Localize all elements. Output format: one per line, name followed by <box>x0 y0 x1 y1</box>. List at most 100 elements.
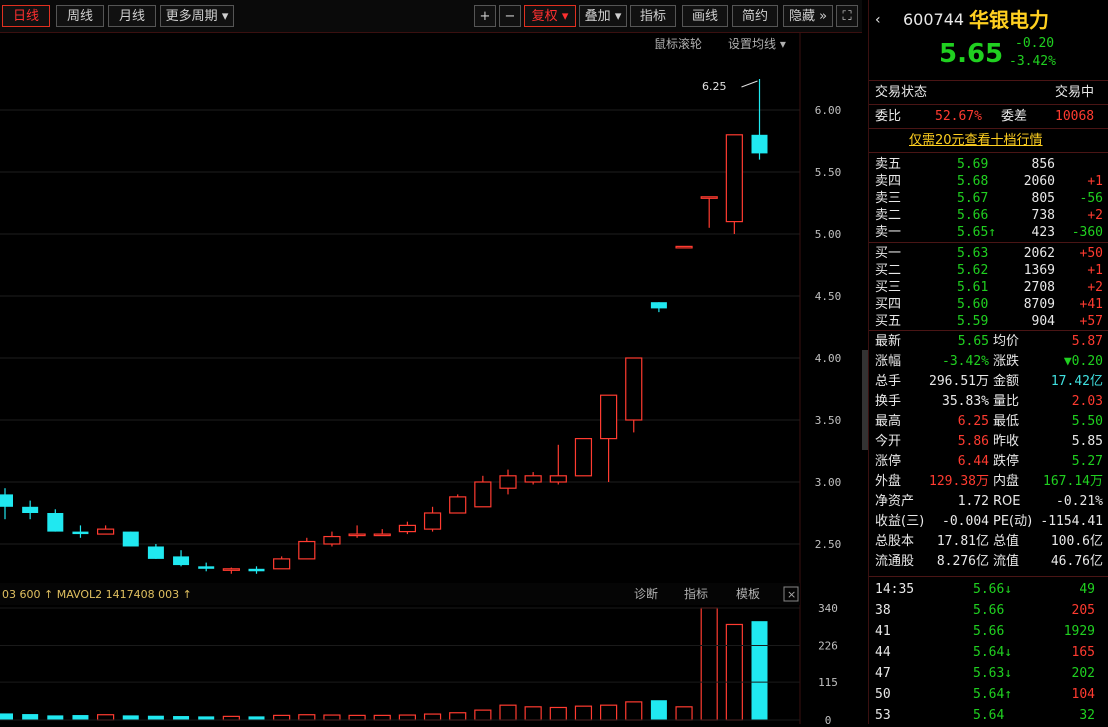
stat-value: 167.14万 <box>1043 474 1103 489</box>
scroll-left-icon[interactable]: ‹ <box>875 8 881 32</box>
price-tick-label: 3.00 <box>815 476 842 489</box>
stat-label: 总股本 <box>875 534 915 549</box>
fullscreen-icon[interactable]: ⛶ <box>836 5 858 27</box>
volume-bar <box>222 715 240 721</box>
tick-volume: 1929 <box>1063 624 1095 639</box>
overlay-label: 叠加 <box>584 9 611 24</box>
hide-button[interactable]: 隐藏 » <box>783 5 833 27</box>
stat-label: 涨跌 <box>993 354 1020 369</box>
period-more-label: 更多周期 <box>165 9 218 24</box>
tick-row: 47 5.63↓ 202 <box>869 664 1108 684</box>
stat-label: 内盘 <box>993 474 1020 489</box>
stat-label: 换手 <box>875 394 902 409</box>
stat-row: 最新 5.65 均价 5.87 <box>869 332 1108 352</box>
tick-time: 38 <box>875 603 891 618</box>
stat-value: 100.6亿 <box>1050 534 1103 549</box>
stat-label: 流通股 <box>875 554 915 569</box>
stat-label: 收益(三) <box>875 514 925 529</box>
volume-bar <box>675 706 693 721</box>
close-icon: × <box>787 588 796 601</box>
period-daily-button[interactable]: 日线 <box>2 5 50 27</box>
indicator-link-2[interactable]: 模板 <box>736 587 760 601</box>
tick-price: 5.66↓ <box>973 582 1013 597</box>
volume-bar <box>248 716 265 720</box>
stat-row: 总手 296.51万 金额 17.42亿 <box>869 372 1108 392</box>
hide-label: 隐藏 <box>788 9 815 24</box>
volume-bar <box>625 701 643 721</box>
trade-status-value: 交易中 <box>1055 85 1095 100</box>
tick-row: 38 5.66 205 <box>869 601 1108 621</box>
tick-price: 5.66 <box>973 603 1005 618</box>
candle <box>549 444 567 485</box>
kline-chart-area[interactable]: 鼠标滚轮 设置均线 ▾ 6.00 5.50 5.00 4.50 4.00 3.50 3.00… <box>0 32 862 727</box>
chart-toolbar: 日线 周线 月线 更多周期 ▾ + − 复权 ▾ 叠加 ▾ 指标 画线 简约 隐… <box>0 0 862 33</box>
stat-label: 金额 <box>993 374 1020 389</box>
stat-value: 296.51万 <box>929 374 989 389</box>
tick-price: 5.64↓ <box>973 645 1013 660</box>
bid-row: 买五 5.59 904 +57 <box>869 312 1108 332</box>
stat-label: ROE <box>993 494 1021 509</box>
stat-row: 流通股 8.276亿 流值 46.76亿 <box>869 552 1108 572</box>
candle <box>173 550 190 567</box>
stat-label: 跌停 <box>993 454 1020 469</box>
stat-value: -0.21% <box>1056 494 1103 509</box>
volume-bar <box>725 623 743 721</box>
tick-row: 53 5.64 32 <box>869 706 1108 726</box>
quote-panel: ‹ 600744 华银电力 5.65 -0.20 -3.42% 交易状态 交易中… <box>868 0 1108 724</box>
candle <box>273 556 291 570</box>
stat-value: -3.42% <box>942 354 989 369</box>
period-weekly-button[interactable]: 周线 <box>56 5 104 27</box>
candle <box>147 544 164 559</box>
volume-bar <box>122 715 139 720</box>
stat-label: PE(动) <box>993 514 1033 529</box>
price-tick-label: 4.50 <box>815 290 842 303</box>
indicator-link-1[interactable]: 指标 <box>684 586 708 601</box>
stat-row: 今开 5.86 昨收 5.85 <box>869 432 1108 452</box>
candle <box>423 506 442 532</box>
period-more-dropdown[interactable]: 更多周期 ▾ <box>160 5 234 27</box>
candles <box>0 79 768 574</box>
volume-bar <box>22 714 39 720</box>
chevron-down-icon: ▾ <box>221 9 229 24</box>
chevron-down-icon: ▾ <box>561 9 569 24</box>
volume-bar <box>273 714 291 721</box>
draw-button[interactable]: 画线 <box>682 5 728 27</box>
volume-tick-label: 0 <box>825 714 832 724</box>
stat-value: -1154.41 <box>1040 514 1103 529</box>
stat-label: 今开 <box>875 434 902 449</box>
stat-value: 17.81亿 <box>936 534 989 549</box>
stat-label: 总值 <box>993 534 1020 549</box>
zoom-in-button[interactable]: + <box>474 5 496 27</box>
stat-value: -0.004 <box>942 514 989 529</box>
candle <box>96 525 115 535</box>
stat-value: 129.38万 <box>929 474 989 489</box>
indicator-link-0[interactable]: 诊断 <box>634 586 658 601</box>
candle <box>700 196 718 228</box>
zoom-out-button[interactable]: − <box>499 5 521 27</box>
overlay-dropdown[interactable]: 叠加 ▾ <box>579 5 627 27</box>
stat-value: 1.72 <box>957 494 989 509</box>
simple-button[interactable]: 简约 <box>732 5 778 27</box>
candle <box>474 475 492 508</box>
period-monthly-button[interactable]: 月线 <box>108 5 156 27</box>
candle <box>122 531 139 547</box>
adjust-dropdown[interactable]: 复权 ▾ <box>524 5 576 27</box>
ask-volume: 423 <box>1031 225 1055 240</box>
price-tick-label: 3.50 <box>815 414 842 427</box>
kline-chart: 鼠标滚轮 设置均线 ▾ 6.00 5.50 5.00 4.50 4.00 3.50 3.00… <box>0 32 842 727</box>
ten-level-promo-link[interactable]: 仅需20元查看十档行情 <box>909 131 1043 151</box>
volume-bar <box>398 714 416 721</box>
ma-settings-link[interactable]: 设置均线 ▾ <box>728 37 786 51</box>
candle <box>625 357 643 433</box>
trade-status-label: 交易状态 <box>875 85 928 100</box>
stock-name: 华银电力 <box>969 8 1049 32</box>
indicator-button[interactable]: 指标 <box>630 5 676 27</box>
ask-change: -360 <box>1071 225 1103 240</box>
mouse-wheel-link[interactable]: 鼠标滚轮 <box>654 36 702 51</box>
chevron-right-icon: » <box>819 9 828 24</box>
adjust-label: 复权 <box>531 9 558 24</box>
volume-bar <box>700 607 718 721</box>
wc-value: 10068 <box>1055 109 1095 124</box>
volume-bar <box>599 704 618 721</box>
stat-label: 总手 <box>875 374 902 389</box>
